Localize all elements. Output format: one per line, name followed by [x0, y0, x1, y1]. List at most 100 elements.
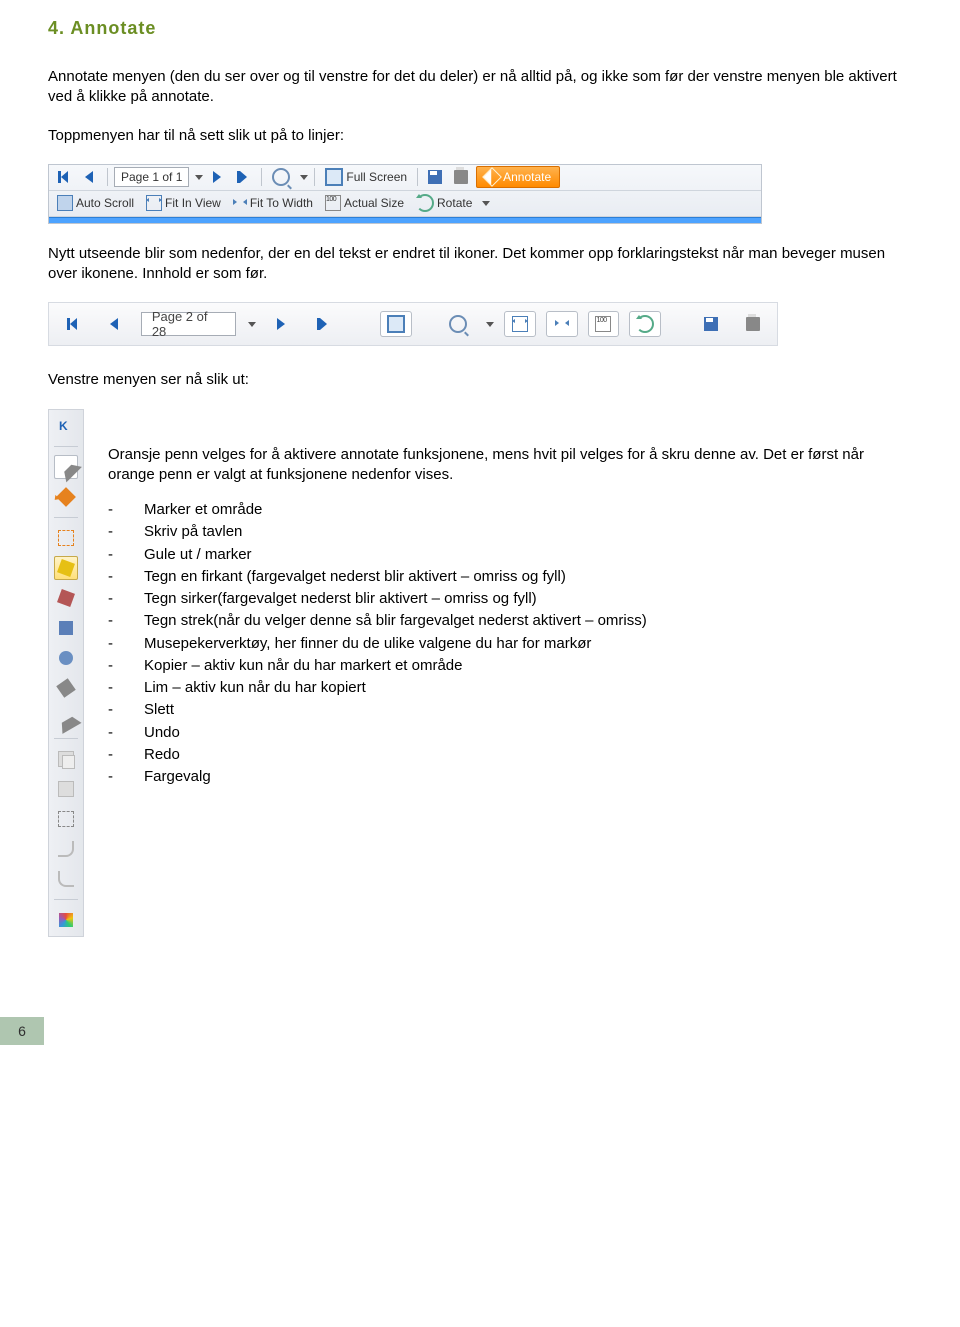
- legacy-toolbar-row-1: Page 1 of 1 Full Screen Annotate: [49, 165, 761, 191]
- next-page-button[interactable]: [266, 311, 298, 337]
- list-item: -Marker et område: [108, 499, 912, 521]
- first-page-icon: K: [59, 419, 73, 433]
- prev-page-button[interactable]: [99, 311, 131, 337]
- page-number: 6: [0, 1017, 44, 1045]
- fit-to-width-icon: [233, 196, 247, 210]
- magnifier-icon: [449, 315, 467, 333]
- list-item-text: Lim – aktiv kun når du har kopiert: [144, 678, 366, 698]
- full-screen-button[interactable]: [380, 311, 412, 337]
- rectangle-button[interactable]: [54, 616, 78, 640]
- first-page-button[interactable]: [57, 311, 89, 337]
- annotate-button[interactable]: Annotate: [476, 166, 560, 188]
- zoom-dropdown-caret-icon[interactable]: [300, 175, 308, 180]
- highlighter-pen-icon: [57, 559, 75, 577]
- section-heading: 4. Annotate: [48, 18, 912, 39]
- auto-scroll-button[interactable]: Auto Scroll: [53, 194, 138, 212]
- page-dropdown-caret-icon[interactable]: [195, 175, 203, 180]
- copy-button[interactable]: [54, 747, 78, 771]
- orange-pencil-icon: [56, 487, 76, 507]
- list-item-text: Tegn en firkant (fargevalget nederst bli…: [144, 567, 566, 587]
- print-button[interactable]: [737, 311, 769, 337]
- list-item: -Musepekerverktøy, her finner du de ulik…: [108, 633, 912, 655]
- actual-size-icon: 100: [325, 195, 341, 211]
- next-page-button[interactable]: [207, 169, 229, 185]
- annotate-label: Annotate: [503, 170, 551, 184]
- sidebar-first-page[interactable]: K: [54, 414, 78, 438]
- print-icon: [454, 170, 468, 184]
- page-dropdown-caret-icon[interactable]: [248, 322, 256, 327]
- last-page-icon: [237, 170, 251, 184]
- circle-icon: [59, 651, 73, 665]
- fit-to-width-button[interactable]: [546, 311, 578, 337]
- list-item: -Gule ut / marker: [108, 544, 912, 566]
- copy-icon: [58, 751, 74, 767]
- list-item-text: Marker et område: [144, 500, 262, 520]
- print-icon: [746, 317, 760, 331]
- sidebar-divider: [54, 446, 78, 447]
- list-item-text: Skriv på tavlen: [144, 522, 242, 542]
- pointer-arrow-icon: [50, 451, 82, 483]
- save-button[interactable]: [695, 311, 727, 337]
- sidebar-divider: [54, 738, 78, 739]
- new-toolbar: Page 2 of 28 100: [48, 302, 778, 346]
- last-page-button[interactable]: [308, 311, 340, 337]
- full-screen-button[interactable]: Full Screen: [321, 167, 411, 187]
- full-screen-icon: [325, 168, 343, 186]
- circle-button[interactable]: [54, 646, 78, 670]
- delete-button[interactable]: [54, 807, 78, 831]
- annotate-pen-button[interactable]: [54, 485, 78, 509]
- actual-size-button[interactable]: 100: [588, 311, 620, 337]
- color-picker-button[interactable]: [54, 908, 78, 932]
- rotate-icon: [416, 194, 434, 212]
- line-button[interactable]: [54, 676, 78, 700]
- list-item: -Kopier – aktiv kun når du har markert e…: [108, 655, 912, 677]
- list-item: - Skriv på tavlen: [108, 521, 912, 543]
- select-area-icon: [58, 530, 74, 546]
- bullet-dash: -: [108, 589, 120, 609]
- zoom-button[interactable]: [268, 167, 294, 187]
- toolbar-separator: [417, 168, 418, 186]
- highlight-button[interactable]: [54, 586, 78, 610]
- page-indicator[interactable]: Page 2 of 28: [141, 312, 236, 336]
- zoom-dropdown-caret-icon[interactable]: [486, 322, 494, 327]
- cursor-tool-button[interactable]: [54, 706, 78, 730]
- rotate-dropdown-caret-icon[interactable]: [482, 201, 490, 206]
- page-indicator[interactable]: Page 1 of 1: [114, 167, 189, 187]
- bullet-dash: -: [108, 700, 120, 720]
- list-item: -Fargevalg: [108, 766, 912, 788]
- annotate-sidebar: K: [48, 409, 84, 937]
- auto-scroll-icon: [57, 195, 73, 211]
- list-item: -Tegn strek(når du velger denne så blir …: [108, 610, 912, 632]
- full-screen-label: Full Screen: [346, 170, 407, 184]
- fit-in-view-icon: [512, 316, 528, 332]
- fit-in-view-button[interactable]: Fit In View: [142, 194, 225, 212]
- save-icon: [704, 317, 718, 331]
- undo-button[interactable]: [54, 837, 78, 861]
- redo-button[interactable]: [54, 867, 78, 891]
- intro-paragraph-1: Annotate menyen (den du ser over og til …: [48, 67, 912, 108]
- sidebar-divider: [54, 517, 78, 518]
- zoom-button[interactable]: [442, 311, 474, 337]
- bullet-dash: -: [108, 545, 120, 565]
- prev-page-button[interactable]: [79, 169, 101, 185]
- fit-to-width-label: Fit To Width: [250, 196, 313, 210]
- fit-to-width-button[interactable]: Fit To Width: [229, 195, 317, 211]
- paste-button[interactable]: [54, 777, 78, 801]
- first-page-button[interactable]: [53, 169, 75, 185]
- print-button[interactable]: [450, 169, 472, 185]
- first-page-icon: [66, 317, 80, 331]
- select-area-button[interactable]: [54, 526, 78, 550]
- last-page-button[interactable]: [233, 169, 255, 185]
- color-swatch-icon: [59, 913, 73, 927]
- write-board-button[interactable]: [54, 556, 78, 580]
- fit-in-view-button[interactable]: [504, 311, 536, 337]
- rotate-button[interactable]: Rotate: [412, 193, 476, 213]
- pointer-off-button[interactable]: [54, 455, 78, 479]
- rotate-label: Rotate: [437, 196, 472, 210]
- actual-size-button[interactable]: 100 Actual Size: [321, 194, 408, 212]
- save-button[interactable]: [424, 169, 446, 185]
- list-item-text: Kopier – aktiv kun når du har markert et…: [144, 656, 463, 676]
- rotate-button[interactable]: [629, 311, 661, 337]
- list-item-text: Musepekerverktøy, her finner du de ulike…: [144, 634, 591, 654]
- bullet-dash: -: [108, 522, 120, 542]
